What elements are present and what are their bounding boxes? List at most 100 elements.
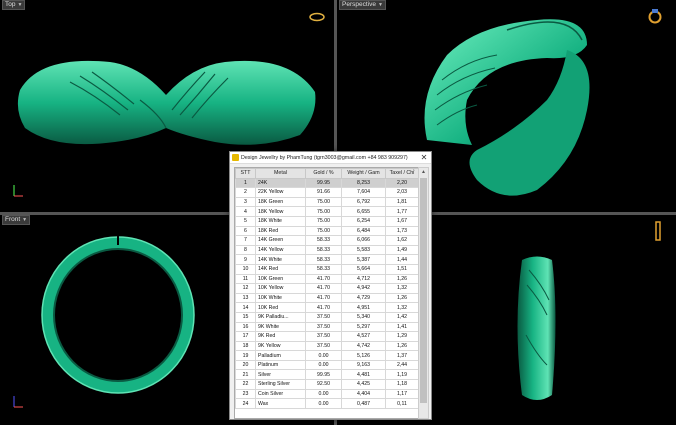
table-row[interactable]: 23 Coin Silver 0.00 4,404 1,17 <box>235 388 418 400</box>
table-row[interactable]: 11 10K Green 41.70 4,712 1,26 <box>235 273 418 285</box>
table-row[interactable]: 4 18K Yellow 75.00 6,655 1,77 <box>235 206 418 217</box>
table-cell: 75.00 <box>305 206 342 217</box>
table-cell: 75.00 <box>305 196 342 208</box>
table-row[interactable]: 13 10K White 41.70 4,729 1,26 <box>235 292 418 304</box>
table-row[interactable]: 2 22K Yellow 91.66 7,604 2,03 <box>235 187 418 198</box>
table-cell: 1,19 <box>385 369 418 381</box>
table-cell: 0.00 <box>305 350 342 361</box>
table-cell: 14K Red <box>255 263 306 275</box>
table-row[interactable]: 5 18K White 75.00 6,254 1,67 <box>235 215 418 227</box>
table-cell: 6,792 <box>341 196 386 208</box>
table-cell: 37.50 <box>305 331 342 342</box>
table-cell: 7,604 <box>341 187 386 198</box>
table-row[interactable]: 21 Silver 99.95 4,481 1,19 <box>235 369 418 381</box>
table-cell: 24 <box>235 398 256 409</box>
scroll-up-icon[interactable]: ▲ <box>419 168 428 176</box>
table-row[interactable]: 14 10K Red 41.70 4,951 1,32 <box>235 302 418 313</box>
table-row[interactable]: 20 Platinum 0.00 9,163 2,44 <box>235 359 418 371</box>
chevron-down-icon: ▼ <box>17 2 23 8</box>
column-header[interactable]: Gold / % <box>305 168 342 179</box>
table-cell: 1,32 <box>385 302 418 313</box>
viewport-label: Front <box>5 216 21 223</box>
table-cell: 2,44 <box>385 359 418 371</box>
metal-weight-table[interactable]: STT Metal Gold / % Weight / Gam Taxel / Chỉ … <box>234 167 419 419</box>
table-row[interactable]: 6 18K Red 75.00 6,484 1,73 <box>235 225 418 237</box>
table-row[interactable]: 19 Palladium 0.00 5,126 1,37 <box>235 350 418 361</box>
table-cell: 22 <box>235 379 256 390</box>
table-cell: 4,425 <box>341 379 386 390</box>
table-cell: Coin Silver <box>255 388 306 400</box>
table-cell: 10 <box>235 263 256 275</box>
column-header[interactable]: Metal <box>255 168 306 179</box>
table-row[interactable]: 8 14K Yellow 58.33 5,583 1,49 <box>235 244 418 256</box>
table-cell: 92.50 <box>305 379 342 390</box>
table-row[interactable]: 17 9K Red 37.50 4,527 1,29 <box>235 331 418 342</box>
table-cell: 14K Green <box>255 235 306 246</box>
table-cell: 0.00 <box>305 388 342 400</box>
table-cell: 1,18 <box>385 379 418 390</box>
table-scrollbar[interactable]: ▲ <box>418 167 429 419</box>
table-cell: 1,51 <box>385 263 418 275</box>
table-cell: 1,41 <box>385 321 418 333</box>
table-cell: 5,583 <box>341 244 386 256</box>
table-cell: 21 <box>235 369 256 381</box>
table-cell: 4,729 <box>341 292 386 304</box>
table-cell: 1,73 <box>385 225 418 237</box>
table-cell: 19 <box>235 350 256 361</box>
table-cell: 8 <box>235 244 256 256</box>
viewport-tab-front[interactable]: Front ▼ <box>2 215 31 225</box>
table-row[interactable]: 3 18K Green 75.00 6,792 1,81 <box>235 196 418 208</box>
table-cell: 12 <box>235 283 256 294</box>
table-row[interactable]: 10 14K Red 58.33 5,664 1,51 <box>235 263 418 275</box>
column-header[interactable]: Weight / Gam <box>341 168 386 179</box>
table-cell: 5 <box>235 215 256 227</box>
table-cell: 14 <box>235 302 256 313</box>
table-cell: 6,655 <box>341 206 386 217</box>
table-cell: 75.00 <box>305 225 342 237</box>
scrollbar-thumb[interactable] <box>420 178 427 403</box>
table-cell: 4,712 <box>341 273 386 285</box>
table-cell: 6,484 <box>341 225 386 237</box>
table-cell: 0.00 <box>305 398 342 409</box>
table-cell: 10K White <box>255 292 306 304</box>
table-cell: 9K White <box>255 321 306 333</box>
column-header[interactable]: Taxel / Chỉ <box>385 168 418 179</box>
viewport-tab-perspective[interactable]: Perspective ▼ <box>339 0 386 10</box>
table-row[interactable]: 7 14K Green 58.33 6,066 1,62 <box>235 235 418 246</box>
table-cell: 0,487 <box>341 398 386 409</box>
table-row[interactable]: 12 10K Yellow 41.70 4,942 1,32 <box>235 283 418 294</box>
table-cell: 22K Yellow <box>255 187 306 198</box>
table-cell: 9K Yellow <box>255 340 306 352</box>
dialog-titlebar[interactable]: Design Jewellry by PhamTung (tgrn3003@gm… <box>230 152 431 164</box>
table-row[interactable]: 18 9K Yellow 37.50 4,742 1,26 <box>235 340 418 352</box>
table-cell: 99.95 <box>305 369 342 381</box>
table-row[interactable]: 16 9K White 37.50 5,297 1,41 <box>235 321 418 333</box>
column-header[interactable]: STT <box>235 168 256 179</box>
table-cell: 10K Green <box>255 273 306 285</box>
viewport-tab-top[interactable]: Top ▼ <box>2 0 26 10</box>
table-row[interactable]: 1 24K 99.95 8,253 2,20 <box>235 177 418 189</box>
app-icon <box>232 154 239 161</box>
table-cell: 41.70 <box>305 292 342 304</box>
table-row[interactable]: 24 Wax 0.00 0,487 0,11 <box>235 398 418 409</box>
table-cell: 1,77 <box>385 206 418 217</box>
table-cell: 4,527 <box>341 331 386 342</box>
close-button[interactable]: ✕ <box>417 153 431 162</box>
weight-dialog: Design Jewellry by PhamTung (tgrn3003@gm… <box>229 151 432 420</box>
table-cell: 91.66 <box>305 187 342 198</box>
table-row[interactable]: 9 14K White 58.33 5,387 1,44 <box>235 254 418 265</box>
table-cell: 2,03 <box>385 187 418 198</box>
table-cell: 75.00 <box>305 215 342 227</box>
table-cell: 18K Green <box>255 196 306 208</box>
table-cell: 4,742 <box>341 340 386 352</box>
table-cell: Silver <box>255 369 306 381</box>
table-cell: 10K Yellow <box>255 283 306 294</box>
table-row[interactable]: 22 Sterling Silver 92.50 4,425 1,18 <box>235 379 418 390</box>
table-cell: 15 <box>235 311 256 323</box>
table-cell: 1,49 <box>385 244 418 256</box>
table-cell: 9K Red <box>255 331 306 342</box>
table-cell: 16 <box>235 321 256 333</box>
viewport-label: Perspective <box>342 1 376 8</box>
table-row[interactable]: 15 9K Palladiu... 37.50 5,340 1,42 <box>235 311 418 323</box>
table-cell: 5,340 <box>341 311 386 323</box>
